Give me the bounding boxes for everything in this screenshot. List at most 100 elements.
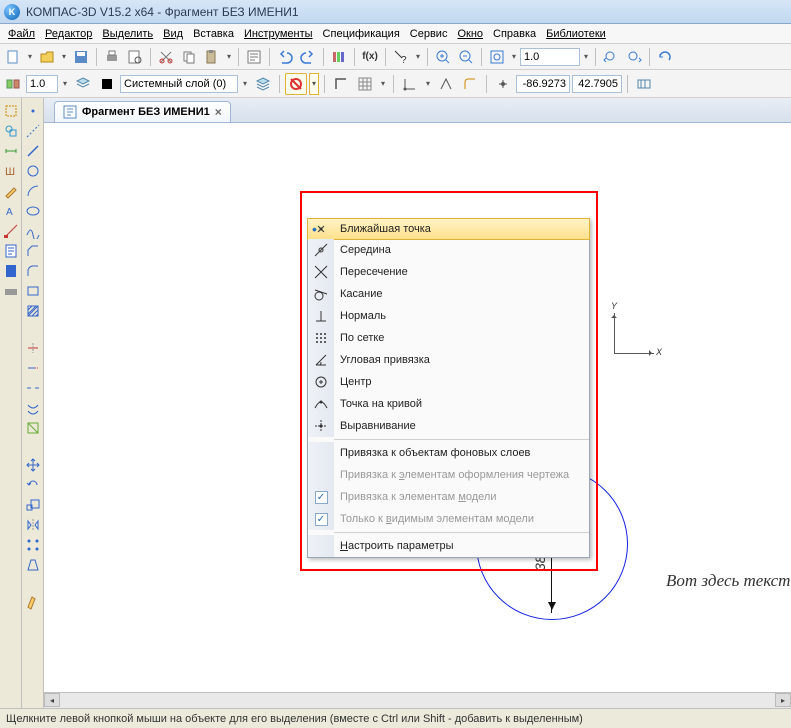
redo-button[interactable] xyxy=(297,46,319,68)
menu-insert[interactable]: Вставка xyxy=(189,26,238,42)
insert-tool[interactable] xyxy=(2,282,20,300)
h-scrollbar[interactable]: ◂ ▸ xyxy=(44,692,791,708)
trim-tool[interactable] xyxy=(24,339,42,357)
layer-manage-button[interactable] xyxy=(72,73,94,95)
scale-tool[interactable] xyxy=(24,496,42,514)
undo-button[interactable] xyxy=(274,46,296,68)
layer-name-dropdown[interactable]: ▾ xyxy=(240,79,250,88)
canvas[interactable]: Y X 38 Вот здесь текст Ближайшая точка С… xyxy=(44,122,791,708)
extend-tool[interactable] xyxy=(24,359,42,377)
rect-tool[interactable] xyxy=(24,282,42,300)
dimension-tool[interactable] xyxy=(2,142,20,160)
menu-window[interactable]: Окно xyxy=(453,26,487,42)
menu-file[interactable]: Файл xyxy=(4,26,39,42)
round-button[interactable] xyxy=(459,73,481,95)
close-tab-button[interactable]: × xyxy=(215,105,222,119)
ortho-draw-button[interactable] xyxy=(435,73,457,95)
menu-libs[interactable]: Библиотеки xyxy=(542,26,610,42)
menu-spec[interactable]: Спецификация xyxy=(319,26,404,42)
chamfer-tool[interactable] xyxy=(24,242,42,260)
copy-props-tool[interactable] xyxy=(24,593,42,611)
open-button[interactable] xyxy=(36,46,58,68)
snap-center[interactable]: Центр xyxy=(308,371,589,393)
snap-configure[interactable]: Настроить параметры xyxy=(308,535,589,557)
layers-button[interactable] xyxy=(252,73,274,95)
properties-button[interactable] xyxy=(243,46,265,68)
misc-button[interactable] xyxy=(633,73,655,95)
spline-tool[interactable] xyxy=(24,222,42,240)
deform-tool[interactable] xyxy=(24,556,42,574)
array-tool[interactable] xyxy=(24,536,42,554)
paste-dropdown[interactable]: ▾ xyxy=(224,52,234,61)
snap-nearest-point[interactable]: Ближайшая точка xyxy=(307,218,590,240)
zoomfit-button[interactable] xyxy=(486,46,508,68)
text-tool[interactable]: Ш xyxy=(2,162,20,180)
arc-tool[interactable] xyxy=(24,182,42,200)
paste-button[interactable] xyxy=(201,46,223,68)
snap-angular[interactable]: Угловая привязка xyxy=(308,349,589,371)
move-tool[interactable] xyxy=(24,456,42,474)
equidistant-tool[interactable] xyxy=(24,399,42,417)
layer-name-input[interactable] xyxy=(120,75,238,93)
param-tool[interactable]: A xyxy=(2,202,20,220)
snap-grid[interactable]: По сетке xyxy=(308,327,589,349)
menu-service[interactable]: Сервис xyxy=(406,26,452,42)
menu-help[interactable]: Справка xyxy=(489,26,540,42)
menu-view[interactable]: Вид xyxy=(159,26,187,42)
circle-tool[interactable] xyxy=(24,162,42,180)
save-button[interactable] xyxy=(70,46,92,68)
zoomfit-dropdown[interactable]: ▾ xyxy=(509,52,519,61)
copy-button[interactable] xyxy=(178,46,200,68)
zoom-prev-button[interactable] xyxy=(600,46,622,68)
text-annotation[interactable]: Вот здесь текст xyxy=(666,571,790,591)
state-button[interactable] xyxy=(2,73,24,95)
collect-tool[interactable] xyxy=(24,419,42,437)
document-tab[interactable]: Фрагмент БЕЗ ИМЕНИ1 × xyxy=(54,101,231,122)
ellipse-tool[interactable] xyxy=(24,202,42,220)
menu-tools[interactable]: Инструменты xyxy=(240,26,317,42)
snap-alignment[interactable]: Выравнивание xyxy=(308,415,589,437)
snap-toggle-button[interactable] xyxy=(285,73,307,95)
grid-button[interactable] xyxy=(354,73,376,95)
point-tool[interactable] xyxy=(24,102,42,120)
zoomout-button[interactable] xyxy=(455,46,477,68)
libraries-button[interactable] xyxy=(328,46,350,68)
help-what-button[interactable]: ? xyxy=(390,46,412,68)
zoom-level-input[interactable] xyxy=(520,48,580,66)
snap-midpoint[interactable]: Середина xyxy=(308,239,589,261)
layer-color-button[interactable] xyxy=(96,73,118,95)
snap-dropdown[interactable]: ▾ xyxy=(309,73,319,95)
layer-index-dropdown[interactable]: ▾ xyxy=(60,79,70,88)
geometry-tool[interactable] xyxy=(2,122,20,140)
preview-button[interactable] xyxy=(124,46,146,68)
help-dropdown[interactable]: ▾ xyxy=(413,52,423,61)
snap-intersection[interactable]: Пересечение xyxy=(308,261,589,283)
layer-index-input[interactable] xyxy=(26,75,58,93)
snap-bg-layers[interactable]: Привязка к объектам фоновых слоев xyxy=(308,442,589,464)
scroll-left-button[interactable]: ◂ xyxy=(44,693,60,707)
print-button[interactable] xyxy=(101,46,123,68)
variables-button[interactable]: f(x) xyxy=(359,46,381,68)
measure-tool[interactable] xyxy=(2,222,20,240)
cut-button[interactable] xyxy=(155,46,177,68)
report-tool[interactable] xyxy=(2,262,20,280)
local-cs-button[interactable] xyxy=(399,73,421,95)
coord-y-input[interactable] xyxy=(572,75,622,93)
fillet-tool[interactable] xyxy=(24,262,42,280)
snap-tangent[interactable]: Касание xyxy=(308,283,589,305)
ortho-button[interactable] xyxy=(330,73,352,95)
local-cs-dropdown[interactable]: ▾ xyxy=(423,79,433,88)
snap-point-on-curve[interactable]: Точка на кривой xyxy=(308,393,589,415)
zoomin-button[interactable] xyxy=(432,46,454,68)
new-doc-button[interactable] xyxy=(2,46,24,68)
grid-dropdown[interactable]: ▾ xyxy=(378,79,388,88)
zoom-level-dropdown[interactable]: ▾ xyxy=(581,52,591,61)
zoom-next-button[interactable] xyxy=(623,46,645,68)
line-tool[interactable] xyxy=(24,142,42,160)
rotate-tool[interactable] xyxy=(24,476,42,494)
coord-lock-button[interactable] xyxy=(492,73,514,95)
coord-x-input[interactable] xyxy=(516,75,570,93)
break-tool[interactable] xyxy=(24,379,42,397)
edit-tool[interactable] xyxy=(2,182,20,200)
open-dropdown[interactable]: ▾ xyxy=(59,52,69,61)
